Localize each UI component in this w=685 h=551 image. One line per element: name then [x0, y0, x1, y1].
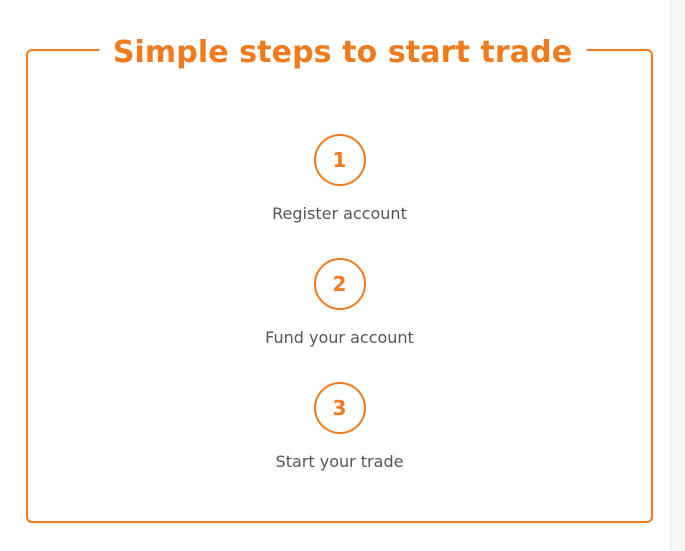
step-label: Start your trade	[275, 452, 404, 471]
step-number-badge: 1	[313, 134, 366, 186]
step-number-badge: 2	[313, 258, 366, 310]
step-3: 3 Start your trade	[0, 382, 685, 472]
section-title: Simple steps to start trade	[98, 33, 587, 73]
step-label: Register account	[272, 204, 407, 223]
step-label: Fund your account	[265, 328, 414, 347]
page: Simple steps to start trade 1 Register a…	[0, 0, 685, 551]
step-1: 1 Register account	[0, 134, 685, 224]
step-number-badge: 3	[313, 382, 366, 434]
step-2: 2 Fund your account	[0, 258, 685, 348]
